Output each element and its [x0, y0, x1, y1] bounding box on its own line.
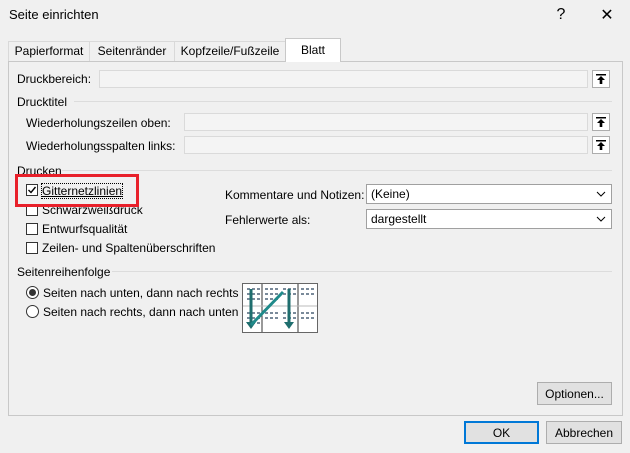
tab-seitenraender[interactable]: Seitenränder: [89, 41, 175, 61]
options-button[interactable]: Optionen...: [537, 382, 612, 405]
zeilen-spalten-ueberschriften-label[interactable]: Zeilen- und Spaltenüberschriften: [42, 241, 215, 255]
entwurfsqualitaet-checkbox[interactable]: [26, 223, 38, 235]
rows-repeat-collapse-button[interactable]: [592, 113, 610, 131]
comments-select[interactable]: (Keine): [366, 184, 612, 204]
close-button[interactable]: ✕: [584, 0, 630, 30]
collapse-dialog-icon: [596, 74, 606, 84]
druckbereich-label: Druckbereich:: [17, 72, 92, 86]
rows-repeat-label: Wiederholungszeilen oben:: [26, 116, 171, 130]
order-group-label: Seitenreihenfolge: [17, 265, 111, 279]
close-icon: ✕: [600, 7, 614, 24]
chevron-down-icon: [594, 186, 608, 202]
page-order-preview: [242, 283, 318, 333]
order-right-then-down-label[interactable]: Seiten nach rechts, dann nach unten: [43, 305, 238, 319]
ok-button-label: OK: [492, 425, 511, 440]
entwurfsqualitaet-label[interactable]: Entwurfsqualität: [42, 222, 127, 236]
order-down-then-right-radio[interactable]: [26, 286, 39, 299]
order-right-then-down-radio[interactable]: [26, 305, 39, 318]
cols-repeat-label: Wiederholungsspalten links:: [26, 139, 176, 153]
help-button[interactable]: ?: [538, 0, 584, 30]
annotation-highlight-box: [15, 174, 139, 207]
comments-select-value: (Keine): [371, 187, 410, 201]
help-icon: ?: [556, 6, 566, 23]
collapse-dialog-icon: [596, 117, 606, 127]
chevron-down-icon: [594, 211, 608, 227]
druckbereich-collapse-button[interactable]: [592, 70, 610, 88]
errors-select-value: dargestellt: [371, 212, 427, 226]
drucktitel-group-label: Drucktitel: [17, 95, 68, 109]
order-down-then-right-label[interactable]: Seiten nach unten, dann nach rechts: [43, 286, 238, 300]
cancel-button-label: Abbrechen: [554, 425, 614, 440]
drucken-divider: [62, 170, 612, 171]
collapse-dialog-icon: [596, 140, 606, 150]
tab-kopfzeile-fusszeile[interactable]: Kopfzeile/Fußzeile: [174, 41, 286, 61]
errors-label: Fehlerwerte als:: [225, 213, 311, 227]
errors-select[interactable]: dargestellt: [366, 209, 612, 229]
rows-repeat-input[interactable]: [184, 113, 588, 131]
zeilen-spalten-ueberschriften-checkbox[interactable]: [26, 242, 38, 254]
dialog-title: Seite einrichten: [9, 7, 99, 22]
cols-repeat-input[interactable]: [184, 136, 588, 154]
page-order-preview-icon: [243, 284, 317, 332]
comments-label: Kommentare und Notizen:: [225, 188, 365, 202]
tab-blatt[interactable]: Blatt: [285, 38, 341, 62]
drucktitel-divider: [74, 101, 612, 102]
options-button-label: Optionen...: [545, 386, 604, 401]
cancel-button[interactable]: Abbrechen: [546, 421, 622, 444]
order-divider: [112, 271, 612, 272]
cols-repeat-collapse-button[interactable]: [592, 136, 610, 154]
druckbereich-input[interactable]: [99, 70, 588, 88]
ok-button[interactable]: OK: [464, 421, 539, 444]
tab-papierformat[interactable]: Papierformat: [8, 41, 90, 61]
